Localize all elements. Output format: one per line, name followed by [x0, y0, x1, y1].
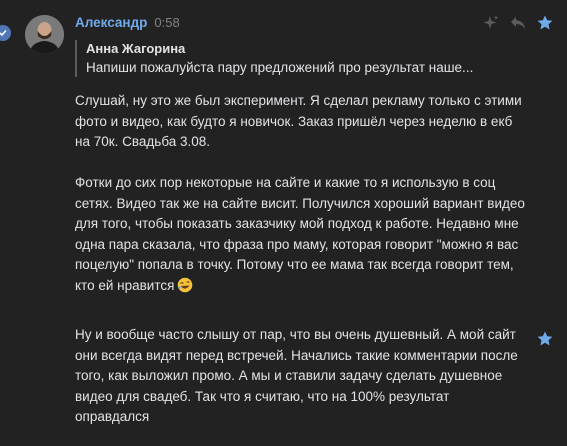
reply-author: Анна Жагорина: [86, 41, 186, 56]
message-actions: [482, 14, 554, 32]
message-body-2: Ну и вообще часто слышу от пар, что вы о…: [75, 325, 525, 428]
message-paragraph: Фотки до сих пор некоторые на сайте и ка…: [75, 173, 525, 296]
reply-icon[interactable]: [509, 14, 527, 32]
message-header: Александр 0:58: [75, 15, 180, 33]
laughing-emoji-icon: [177, 277, 193, 293]
message-body: Слушай, ну это же был эксперимент. Я сде…: [75, 91, 525, 296]
selected-check-icon[interactable]: [0, 23, 13, 43]
reply-text: Напиши пожалуйста пару предложений про р…: [86, 60, 474, 75]
sparkle-icon[interactable]: [482, 14, 500, 32]
avatar[interactable]: [25, 15, 64, 54]
author-name[interactable]: Александр: [75, 15, 147, 30]
message-time[interactable]: 0:58: [154, 15, 179, 30]
star-icon[interactable]: [536, 14, 554, 32]
message-paragraph: Слушай, ну это же был эксперимент. Я сде…: [75, 93, 522, 149]
message-paragraph-text: Фотки до сих пор некоторые на сайте и ка…: [75, 175, 525, 293]
message-paragraph: Ну и вообще часто слышу от пар, что вы о…: [75, 327, 518, 424]
reply-quote[interactable]: Анна Жагорина Напиши пожалуйста пару пре…: [75, 40, 526, 77]
star-icon[interactable]: [536, 330, 554, 348]
